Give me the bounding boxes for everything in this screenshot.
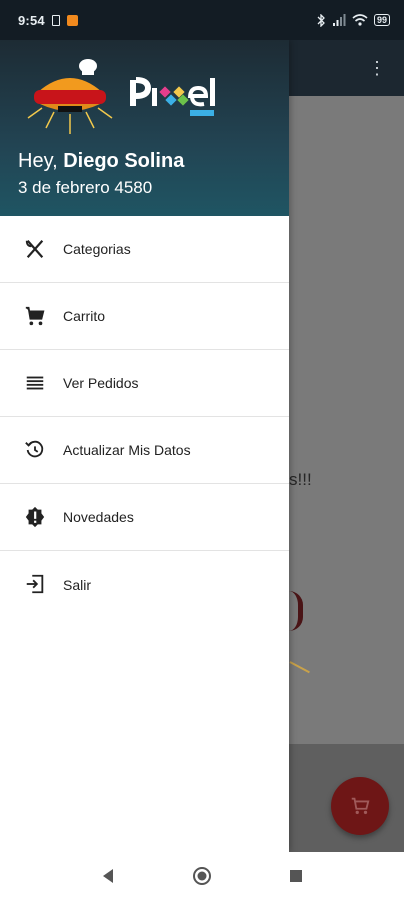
content-peek-line [289,661,310,674]
menu-item-label: Salir [63,576,92,593]
wifi-icon [352,14,368,26]
bluetooth-icon [317,13,325,27]
status-left: 9:54 [18,13,78,28]
user-name: Diego Solina [63,150,185,172]
nav-home-button[interactable] [190,864,214,888]
status-bar: 9:54 99 [0,0,404,40]
menu-item-salir[interactable]: Salir [0,551,289,618]
back-triangle-icon [103,869,113,883]
refresh-clock-icon [25,440,44,458]
sim-icon [51,14,60,26]
menu-item-actualizar-mis-datos[interactable]: Actualizar Mis Datos [0,417,289,484]
nav-back-button[interactable] [96,864,120,888]
user-date: 3 de febrero 4580 [18,178,153,197]
content-peek-graphic [289,591,303,631]
menu-item-ver-pedidos[interactable]: Ver Pedidos [0,350,289,417]
drawer-header: Hey, Diego Solina 3 de febrero 4580 [0,40,289,216]
exit-icon [26,574,44,594]
app-notification-icon [66,14,78,26]
menu-item-novedades[interactable]: Novedades [0,484,289,551]
menu-item-label: Actualizar Mis Datos [63,442,191,458]
list-icon [26,376,44,390]
overflow-menu-icon[interactable]: ⋮ [368,58,386,78]
menu-item-label: Categorias [63,241,131,257]
cart-icon [351,797,370,815]
status-right: 99 [316,13,390,27]
cart-fab-button[interactable] [331,777,389,835]
menu-item-categorias[interactable]: Categorias [0,216,289,283]
utensils-icon [25,240,44,258]
burgers-house-logo [27,59,113,134]
recents-square-icon [290,870,302,882]
signal-icon [332,14,346,26]
battery-indicator: 99 [373,14,390,26]
menu-item-label: Novedades [63,509,134,525]
menu-item-label: Carrito [63,308,106,324]
alert-badge-icon [25,506,45,528]
system-nav-bar [0,852,404,900]
cart-icon [25,306,45,326]
content-peek-text: s!!! [289,470,312,489]
nav-recents-button[interactable] [284,864,308,888]
menu-item-carrito[interactable]: Carrito [0,283,289,350]
greeting: Hey, Diego Solina [18,150,184,173]
navigation-drawer: Hey, Diego Solina 3 de febrero 4580 Cate… [0,40,289,852]
menu-item-label: Ver Pedidos [63,375,139,391]
status-time: 9:54 [18,12,45,28]
greeting-prefix: Hey, [18,150,64,172]
pixel-apps-logo [130,77,215,116]
home-circle-icon [193,867,211,885]
